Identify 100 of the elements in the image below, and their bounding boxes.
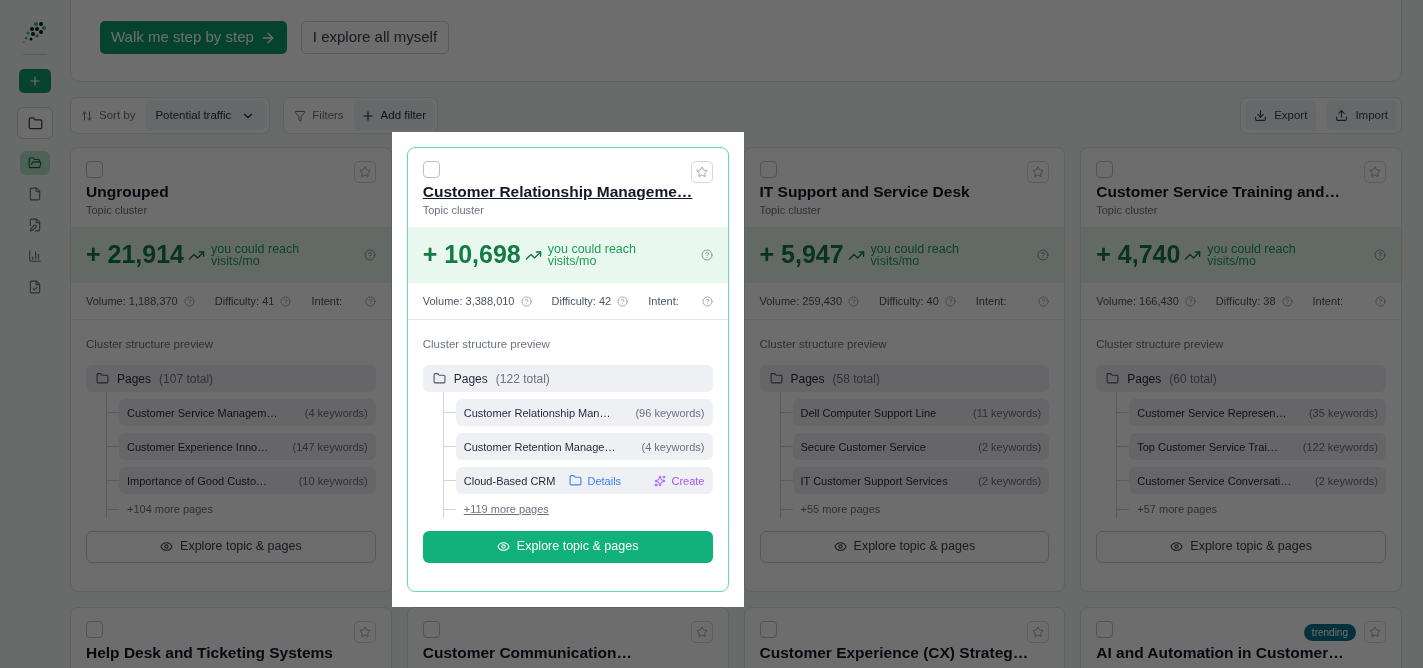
pages-label: Pages — [1127, 370, 1162, 388]
details-button[interactable]: Details — [569, 472, 622, 489]
help-icon[interactable] — [848, 295, 860, 307]
cluster-title[interactable]: Customer Communication… — [422, 643, 713, 663]
favorite-button[interactable] — [1027, 621, 1050, 643]
favorite-button[interactable] — [690, 621, 713, 643]
favorite-button[interactable] — [353, 161, 376, 183]
checkbox[interactable] — [759, 621, 777, 638]
explore-button[interactable]: Explore topic & pages — [759, 530, 1050, 563]
page-item[interactable]: Customer Service Represen… (35 keywords) — [1129, 399, 1386, 427]
page-name: IT Customer Support Services — [800, 473, 948, 489]
pages-header[interactable]: Pages (58 total) — [759, 365, 1050, 393]
pages-header[interactable]: Pages (107 total) — [86, 365, 376, 393]
help-icon[interactable] — [364, 295, 376, 307]
upload-icon — [1335, 109, 1349, 122]
walkthrough-button[interactable]: Walk me step by step — [100, 21, 287, 54]
favorite-button[interactable] — [1364, 161, 1386, 183]
volume-text: Volume: 1,188,370 — [86, 293, 178, 309]
checkbox[interactable] — [1096, 621, 1114, 638]
folder-button[interactable] — [17, 107, 53, 139]
checkbox[interactable] — [86, 621, 103, 638]
unit-label: visits/mo — [547, 255, 598, 267]
cluster-title-link[interactable]: Ungrouped — [86, 182, 376, 202]
explore-button[interactable]: Explore topic & pages — [422, 530, 713, 563]
page-item[interactable]: Importance of Good Custo… (10 keywords) — [119, 467, 376, 495]
cluster-title[interactable]: AI and Automation in Customer… — [1096, 643, 1386, 663]
pages-count: (107 total) — [159, 370, 214, 388]
help-icon[interactable] — [1375, 295, 1386, 307]
checkbox[interactable] — [422, 161, 440, 178]
keyword-count: (10 keywords) — [298, 473, 368, 489]
difficulty-text: Difficulty: 40 — [879, 293, 939, 309]
section-label: Cluster structure preview — [1096, 337, 1225, 352]
sparkles-icon — [654, 474, 667, 487]
more-pages-link[interactable]: +55 more pages — [800, 501, 881, 518]
help-icon[interactable] — [1037, 249, 1050, 261]
folder-icon — [27, 115, 43, 131]
favorite-button[interactable] — [353, 621, 376, 643]
difficulty-text: Difficulty: 41 — [214, 293, 275, 309]
favorite-button[interactable] — [690, 161, 713, 183]
sort-icon — [81, 109, 93, 122]
folder-icon — [769, 372, 783, 386]
page-name: Customer Service Represen… — [1137, 405, 1287, 421]
eye-icon — [833, 540, 847, 554]
filters-label: Filters — [312, 107, 344, 123]
pages-label: Pages — [117, 370, 152, 388]
help-icon[interactable] — [280, 295, 292, 307]
export-button[interactable]: Export — [1245, 101, 1317, 130]
section-label: Cluster structure preview — [86, 337, 215, 352]
page-name: Customer Experience Inno… — [127, 439, 269, 455]
help-icon[interactable] — [700, 249, 713, 261]
favorite-button[interactable] — [1364, 621, 1386, 643]
sort-dropdown[interactable]: Potential traffic — [145, 101, 266, 130]
explore-button[interactable]: Explore topic & pages — [1096, 530, 1386, 563]
difficulty-text: Difficulty: 38 — [1215, 293, 1276, 309]
checkbox[interactable] — [422, 621, 440, 638]
folder-icon — [1106, 372, 1120, 386]
star-icon — [358, 166, 371, 178]
create-button[interactable]: Create — [654, 472, 705, 489]
page-item[interactable]: Customer Service Managem… (4 keywords) — [119, 399, 376, 427]
add-button[interactable] — [19, 69, 51, 93]
help-icon[interactable] — [1184, 295, 1196, 307]
cluster-title-link[interactable]: IT Support and Service Desk — [759, 182, 1050, 202]
help-icon[interactable] — [1374, 249, 1386, 261]
checkbox[interactable] — [86, 161, 103, 178]
more-pages-link[interactable]: +104 more pages — [127, 501, 213, 518]
add-filter-button[interactable]: Add filter — [353, 101, 433, 130]
cluster-subtitle: Topic cluster — [1096, 203, 1159, 218]
page-item[interactable]: Customer Retention Manage… (4 keywords) — [455, 433, 713, 461]
favorite-button[interactable] — [1027, 161, 1050, 183]
checkbox[interactable] — [759, 161, 777, 178]
explore-myself-button[interactable]: I explore all myself — [300, 21, 450, 54]
cluster-title[interactable]: Customer Experience (CX) Strateg… — [759, 643, 1050, 663]
volume-text: Volume: 166,430 — [1096, 293, 1179, 309]
help-icon[interactable] — [1038, 295, 1050, 307]
help-icon[interactable] — [701, 295, 713, 307]
more-pages-link[interactable]: +57 more pages — [1137, 501, 1218, 518]
cluster-title[interactable]: Help Desk and Ticketing Systems — [86, 643, 376, 663]
pages-header[interactable]: Pages (60 total) — [1096, 365, 1386, 393]
help-icon[interactable] — [363, 249, 376, 261]
cluster-title-link[interactable]: Customer Relationship Manageme… — [422, 182, 713, 202]
help-icon[interactable] — [617, 295, 629, 307]
explore-button[interactable]: Explore topic & pages — [86, 530, 376, 563]
help-icon[interactable] — [520, 295, 532, 307]
page-item[interactable]: Cloud-Based CRM Details Create — [455, 467, 713, 495]
eye-icon — [496, 540, 510, 554]
checkbox[interactable] — [1096, 161, 1114, 178]
more-pages-link[interactable]: +119 more pages — [463, 501, 549, 518]
help-icon[interactable] — [1281, 295, 1293, 307]
import-button[interactable]: Import — [1326, 101, 1397, 130]
help-icon[interactable] — [183, 295, 195, 307]
traffic-value: + 21,914 — [86, 239, 184, 271]
page-item[interactable]: Customer Relationship Man… (96 keywords) — [455, 399, 713, 427]
cluster-title-link[interactable]: Customer Service Training and… — [1096, 182, 1386, 202]
help-icon[interactable] — [944, 295, 956, 307]
folder-icon[interactable] — [20, 151, 50, 175]
dot-grid-logo[interactable] — [23, 21, 47, 43]
volume-text: Volume: 259,430 — [759, 293, 843, 309]
page-item[interactable]: Customer Experience Inno… (147 keywords) — [119, 433, 376, 461]
pages-header[interactable]: Pages (122 total) — [422, 365, 713, 393]
keyword-count: (35 keywords) — [1308, 405, 1378, 421]
